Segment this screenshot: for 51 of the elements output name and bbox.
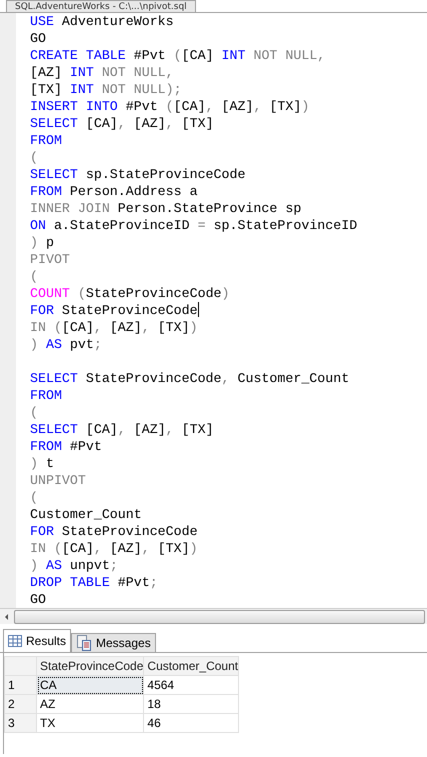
code-line: FROM Person.Address a — [30, 183, 198, 200]
code-line: FROM — [30, 387, 62, 404]
code-line: INSERT INTO #Pvt ([CA], [AZ], [TX]) — [30, 98, 310, 115]
code-line: SELECT StateProvinceCode, Customer_Count — [30, 370, 350, 387]
code-line: ) t — [30, 455, 54, 472]
code-line: FOR StateProvinceCode — [30, 523, 198, 540]
grid-icon — [8, 635, 22, 647]
results-tab[interactable]: Messages — [71, 633, 156, 652]
results-tab[interactable]: Results — [3, 629, 72, 652]
code-line: [TX] INT NOT NULL); — [30, 81, 182, 98]
code-line: IN ([CA], [AZ], [TX]) — [30, 540, 198, 557]
code-line: CREATE TABLE #Pvt ([CA] INT NOT NULL, — [30, 47, 326, 64]
document-icon — [76, 635, 92, 651]
code-line: GO — [30, 30, 46, 47]
code-line: ) AS unpvt; — [30, 557, 118, 574]
column-header[interactable]: StateProvinceCode — [36, 656, 144, 676]
code-line: ( — [30, 489, 38, 506]
code-line: GO — [30, 591, 46, 608]
code-line: DROP TABLE #Pvt; — [30, 574, 158, 591]
code-line: COUNT (StateProvinceCode) — [30, 285, 230, 302]
code-line: FOR StateProvinceCode — [30, 302, 199, 319]
code-line: IN ([CA], [AZ], [TX]) — [30, 319, 198, 336]
code-line: SELECT sp.StateProvinceCode — [30, 166, 246, 183]
table-cell[interactable]: 4564 — [144, 676, 239, 694]
table-cell[interactable]: 46 — [144, 714, 239, 732]
table-cell[interactable]: 18 — [144, 694, 239, 714]
row-number: 1 — [4, 676, 36, 694]
code-line: FROM #Pvt — [30, 438, 102, 455]
code-line: UNPIVOT — [30, 472, 86, 489]
code-line: ( — [30, 268, 38, 285]
code-line: FROM — [30, 132, 62, 149]
horizontal-scrollbar[interactable] — [14, 610, 425, 624]
table-cell[interactable]: CA — [36, 676, 144, 694]
code-line: SELECT [CA], [AZ], [TX] — [30, 421, 214, 438]
code-line: PIVOT — [30, 251, 70, 268]
row-number: 2 — [4, 694, 36, 714]
code-line: ) p — [30, 234, 54, 251]
code-line: ( — [30, 149, 38, 166]
code-line: [AZ] INT NOT NULL, — [30, 64, 174, 81]
code-line: ( — [30, 404, 38, 421]
code-line: SELECT [CA], [AZ], [TX] — [30, 115, 214, 132]
code-line: ) AS pvt; — [30, 336, 102, 353]
table-cell[interactable]: TX — [36, 714, 144, 732]
row-number: 3 — [4, 714, 36, 732]
code-line: ON a.StateProvinceID = sp.StateProvinceID — [30, 217, 358, 234]
code-line: Customer_Count — [30, 506, 142, 523]
code-line: INNER JOIN Person.StateProvince sp — [30, 200, 302, 217]
code-line: USE AdventureWorks — [30, 13, 174, 30]
document-tab[interactable]: SQL.AdventureWorks - C:\...\npivot.sql — [6, 0, 196, 12]
column-header[interactable]: Customer_Count — [144, 656, 239, 676]
table-cell[interactable]: AZ — [36, 694, 144, 714]
